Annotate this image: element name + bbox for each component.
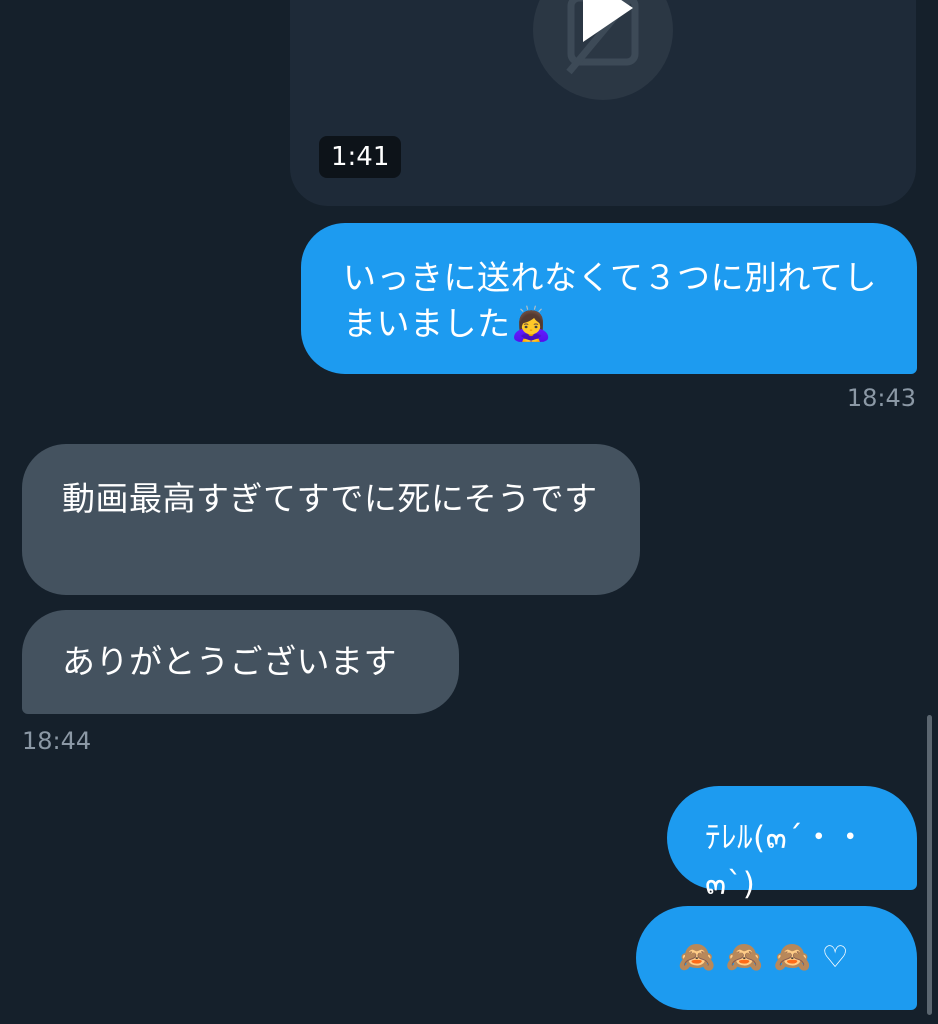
incoming-message[interactable]: ありがとうございます (22, 610, 459, 714)
message-text: ﾃﾚﾙ(๓´・・๓`) (705, 820, 867, 902)
play-button[interactable] (533, 0, 673, 100)
play-icon (566, 0, 639, 75)
message-text: ありがとうございます (62, 642, 397, 681)
message-text: いっきに送れなくて３つに別れてしまいました🙇‍♀️ (343, 258, 878, 343)
message-text: 動画最高すぎてすでに死にそうです (62, 479, 598, 518)
timestamp: 18:44 (22, 727, 92, 755)
outgoing-message[interactable]: ﾃﾚﾙ(๓´・・๓`) (667, 786, 917, 902)
outgoing-message[interactable]: 🙈 🙈 🙈 ♡ (636, 906, 917, 1010)
timestamp: 18:43 (846, 384, 916, 412)
outgoing-message[interactable]: いっきに送れなくて３つに別れてしまいました🙇‍♀️ (301, 223, 917, 374)
incoming-message[interactable]: 動画最高すぎてすでに死にそうです (22, 444, 640, 595)
scrollbar[interactable] (927, 715, 932, 1015)
video-duration: 1:41 (319, 136, 402, 178)
message-text: 🙈 🙈 🙈 ♡ (678, 940, 850, 975)
